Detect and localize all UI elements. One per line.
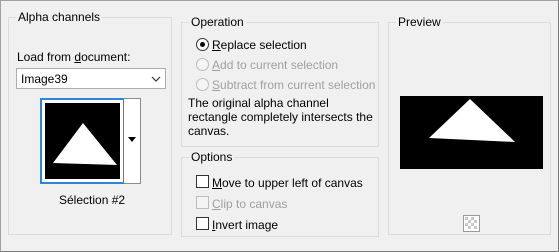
document-select-value: Image39 — [21, 72, 68, 86]
document-select[interactable]: Image39 — [16, 68, 166, 89]
operation-message-line-2: rectangle completely intersects the — [188, 110, 373, 124]
preview-canvas — [400, 96, 543, 169]
move-to-upper-left-checkbox[interactable] — [196, 175, 209, 188]
clip-to-canvas-label[interactable]: Clip to canvas — [212, 197, 287, 211]
radio-selected-dot — [200, 42, 205, 47]
replace-selection-label[interactable]: Replace selection — [212, 38, 307, 52]
move-to-upper-left-label[interactable]: Move to upper left of canvas — [212, 176, 363, 190]
chevron-down-icon — [151, 76, 161, 82]
preview-title: Preview — [396, 14, 443, 30]
selection-name-label: Sélection #2 — [59, 193, 126, 207]
alpha-channel-thumbnail[interactable] — [40, 98, 125, 184]
options-title: Options — [189, 149, 235, 165]
operation-message-line-3: canvas. — [188, 124, 230, 138]
thumbnail-canvas — [45, 103, 120, 179]
operation-message-line-1: The original alpha channel — [188, 96, 329, 110]
replace-selection-radio[interactable] — [196, 38, 209, 51]
clip-to-canvas-checkbox[interactable] — [196, 196, 209, 209]
transparency-checker-icon[interactable] — [463, 215, 480, 232]
triangle-down-icon — [128, 137, 136, 142]
add-to-selection-radio[interactable] — [196, 58, 209, 71]
subtract-from-selection-label[interactable]: Subtract from current selection — [212, 78, 375, 92]
invert-image-label[interactable]: Invert image — [212, 218, 278, 232]
checker-pattern — [464, 216, 479, 231]
load-from-document-label: Load from document: — [17, 50, 131, 64]
invert-image-checkbox[interactable] — [196, 217, 209, 230]
preview-selection-shape — [429, 99, 515, 142]
operation-title: Operation — [189, 14, 246, 30]
thumbnail-dropdown-button[interactable] — [124, 98, 141, 184]
add-to-selection-label[interactable]: Add to current selection — [212, 58, 338, 72]
thumbnail-selection-shape — [53, 123, 117, 165]
alpha-channels-title: Alpha channels — [16, 9, 103, 25]
subtract-from-selection-radio[interactable] — [196, 78, 209, 91]
